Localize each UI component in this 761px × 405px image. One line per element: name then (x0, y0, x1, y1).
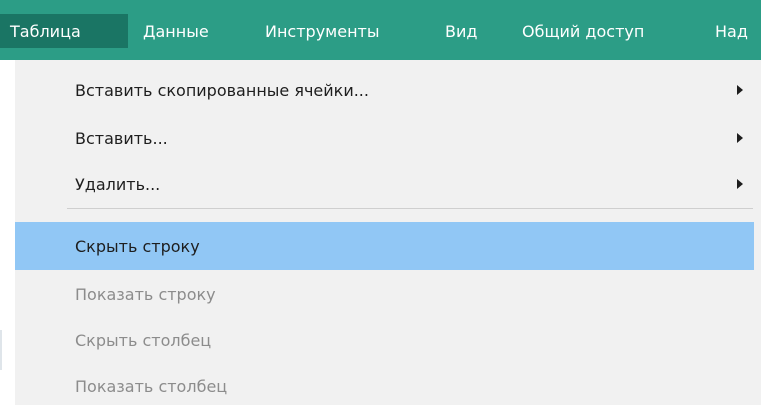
menu-item-hide-column[interactable]: Скрыть столбец (15, 316, 761, 364)
menu-item-insert[interactable]: Вставить... (15, 114, 761, 162)
menu-item-label: Вставить скопированные ячейки... (75, 80, 369, 100)
menu-separator (67, 208, 753, 209)
menubar-item-label: Данные (143, 21, 209, 41)
table-menu-dropdown: Вставить скопированные ячейки... Вставит… (15, 60, 761, 405)
menubar-item-label: Вид (445, 21, 478, 41)
menu-item-hide-row[interactable]: Скрыть строку (15, 222, 754, 270)
menu-item-show-row[interactable]: Показать строку (15, 270, 761, 318)
menu-item-label: Вставить... (75, 128, 168, 148)
sheet-edge-mark (0, 330, 2, 370)
menubar-item-label: Таблица (10, 21, 81, 41)
menubar-item-tools[interactable]: Инструменты (255, 14, 430, 48)
menu-item-label: Скрыть строку (75, 236, 200, 256)
menubar-item-view[interactable]: Вид (435, 14, 502, 48)
caret-right-icon (737, 179, 743, 189)
caret-right-icon (737, 133, 743, 143)
app-window: Таблица Данные Инструменты Вид Общий дос… (0, 0, 761, 405)
menubar-item-data[interactable]: Данные (133, 14, 257, 48)
caret-right-icon (737, 85, 743, 95)
menu-item-paste-copied-cells[interactable]: Вставить скопированные ячейки... (15, 66, 761, 114)
menubar-item-sharing[interactable]: Общий доступ (512, 14, 697, 48)
menu-item-label: Удалить... (75, 174, 161, 194)
menu-item-label: Скрыть столбец (75, 330, 212, 350)
menu-item-show-column[interactable]: Показать столбец (15, 362, 761, 405)
menubar-item-label: Над (715, 21, 748, 41)
menubar-item-table[interactable]: Таблица (0, 14, 128, 48)
menubar: Таблица Данные Инструменты Вид Общий дос… (0, 0, 761, 60)
menubar-item-addons[interactable]: Над (705, 14, 761, 48)
menubar-item-label: Общий доступ (522, 21, 645, 41)
menu-item-label: Показать столбец (75, 376, 228, 396)
menu-item-label: Показать строку (75, 284, 216, 304)
menu-item-delete[interactable]: Удалить... (15, 160, 761, 208)
menubar-item-label: Инструменты (265, 21, 380, 41)
